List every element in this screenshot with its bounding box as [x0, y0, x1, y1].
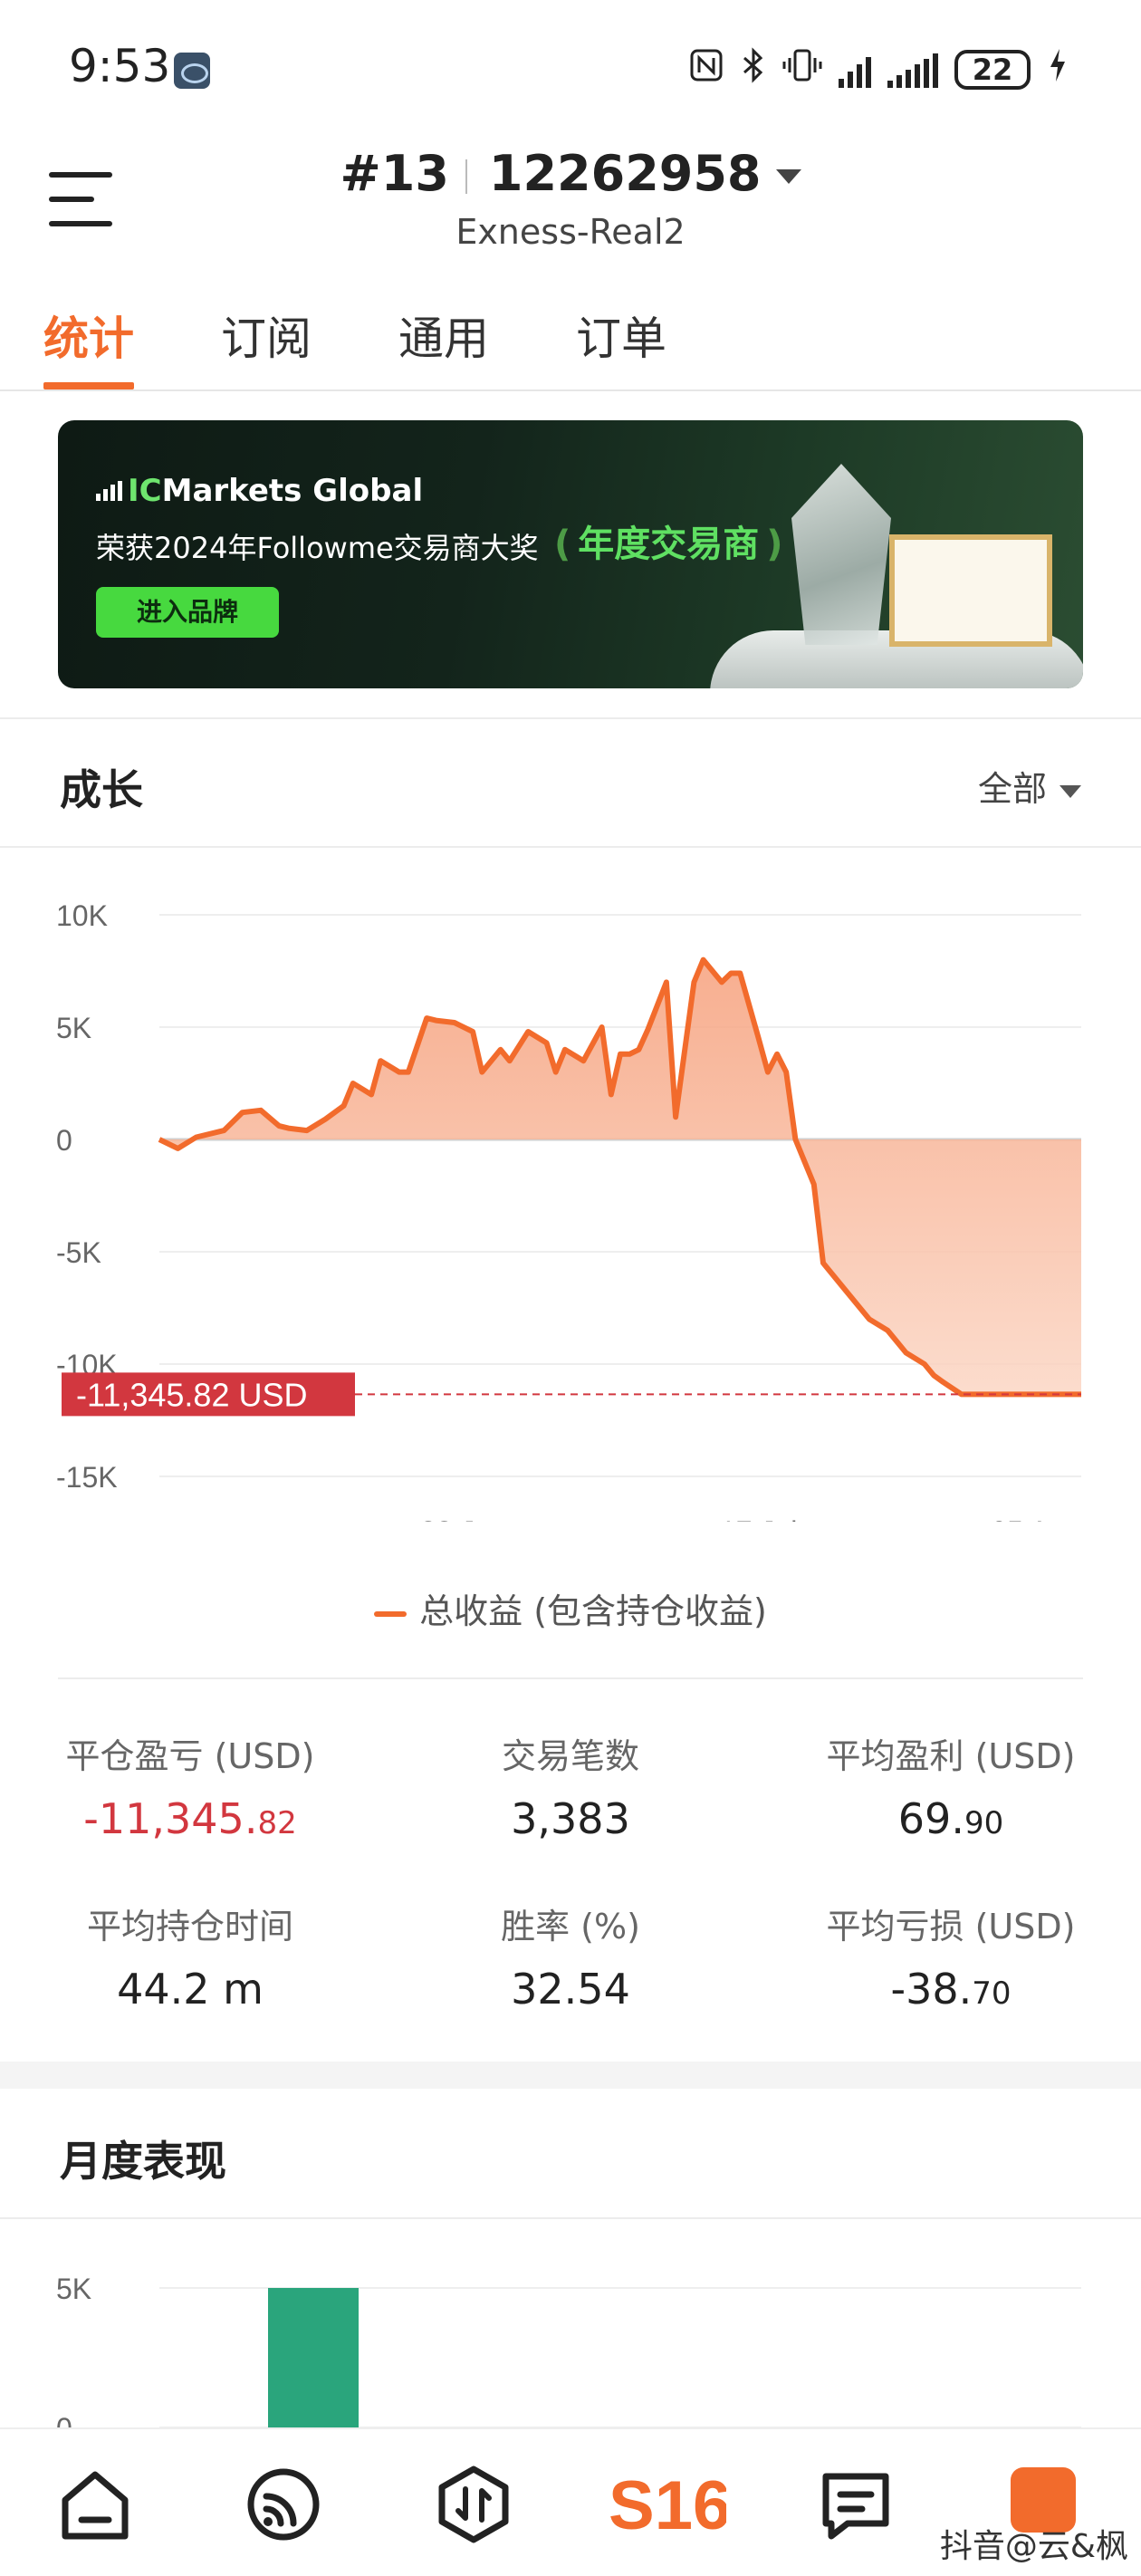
- stat-avg-loss: 平均亏损 (USD) -38.70: [761, 1898, 1141, 2014]
- x-tick-label: 17 Jul: [720, 1515, 797, 1522]
- tab-stats[interactable]: 统计: [43, 303, 134, 368]
- account-number: #13: [340, 145, 449, 202]
- y-tick-label: -5K: [56, 1236, 101, 1269]
- certificate-image: [889, 534, 1052, 647]
- current-value-label: -11,345.82 USD: [76, 1376, 307, 1413]
- range-selector[interactable]: 全部: [978, 761, 1081, 811]
- banner-award: 年度交易商: [554, 514, 783, 567]
- divider: [58, 1677, 1083, 1679]
- watermark: 抖音@云&枫: [939, 2528, 1128, 2565]
- tab-general[interactable]: 通用: [398, 303, 489, 368]
- growth-chart[interactable]: 10K5K0-5K-10K-15K28 Jun17 Jul05 Aug-11,3…: [0, 870, 1141, 1522]
- monthly-title: 月度表现: [60, 2137, 226, 2186]
- tab-subscribe[interactable]: 订阅: [221, 303, 312, 368]
- growth-title: 成长: [60, 765, 143, 814]
- stat-label: 平均持仓时间: [86, 1907, 293, 1946]
- stat-label: 平仓盈亏 (USD): [65, 1736, 315, 1776]
- legend-label: 总收益 (包含持仓收益): [419, 1591, 767, 1631]
- bluetooth-icon: [741, 47, 766, 92]
- trophy-image: [791, 464, 891, 645]
- enter-brand-button[interactable]: 进入品牌: [96, 587, 279, 638]
- chevron-down-icon: [775, 169, 801, 185]
- stat-closed-pnl: 平仓盈亏 (USD) -11,345.82: [0, 1728, 380, 1843]
- stat-label: 交易笔数: [501, 1736, 639, 1776]
- y-tick-label: 0: [56, 1124, 72, 1157]
- stat-avg-profit: 平均盈利 (USD) 69.90: [761, 1728, 1141, 1843]
- stat-value: 69.90: [897, 1794, 1004, 1843]
- charging-icon: [1047, 47, 1069, 92]
- x-tick-label: 05 Aug: [991, 1515, 1081, 1522]
- y-tick-label: 0: [56, 2412, 72, 2427]
- monthly-chart[interactable]: 5K 0: [0, 2237, 1141, 2427]
- account-selector[interactable]: #13 12262958: [0, 145, 1141, 202]
- trade-icon[interactable]: [433, 2464, 514, 2545]
- health-app-icon: [174, 53, 210, 89]
- stat-label: 胜率 (%): [501, 1907, 640, 1946]
- range-label: 全部: [977, 769, 1047, 809]
- stat-value: 3,383: [511, 1794, 630, 1843]
- chevron-down-icon: [1060, 784, 1081, 798]
- status-bar: 9:53 22: [0, 0, 1141, 136]
- signal-1-icon: [839, 52, 871, 88]
- stat-value: -11,345.82: [83, 1794, 297, 1843]
- stat-value: 44.2 m: [117, 1965, 264, 2014]
- svg-text:S16: S16: [609, 2467, 726, 2544]
- stat-avg-hold: 平均持仓时间 44.2 m: [0, 1898, 380, 2014]
- divider: [0, 717, 1141, 719]
- battery-icon: 22: [954, 50, 1031, 90]
- status-icons: 22: [688, 47, 1069, 92]
- tab-orders[interactable]: 订单: [576, 303, 666, 368]
- account-server: Exness-Real2: [455, 212, 686, 252]
- x-tick-label: 28 Jun: [420, 1515, 507, 1522]
- growth-legend: 总收益 (包含持仓收益): [0, 1583, 1141, 1633]
- bar: [268, 2288, 359, 2427]
- tab-bar: 统计 订阅 通用 订单: [0, 290, 1141, 391]
- account-id: 12262958: [488, 145, 762, 202]
- nfc-icon: [688, 47, 724, 92]
- vibrate-icon: [782, 47, 822, 92]
- signal-2-icon: [887, 52, 938, 88]
- banner-brand-logo: ICMarkets Global: [96, 473, 423, 509]
- divider: [0, 846, 1141, 848]
- legend-swatch: [374, 1610, 408, 1617]
- stat-label: 平均亏损 (USD): [826, 1907, 1076, 1946]
- header: #13 12262958 Exness-Real2: [0, 136, 1141, 272]
- status-time: 9:53: [69, 40, 171, 92]
- stat-label: 平均盈利 (USD): [826, 1736, 1076, 1776]
- stat-win-rate: 胜率 (%) 32.54: [380, 1898, 761, 2014]
- s16-icon[interactable]: S16: [609, 2464, 731, 2545]
- y-tick-label: 5K: [56, 1012, 91, 1044]
- divider: [0, 2217, 1141, 2219]
- stat-value: -38.70: [890, 1965, 1012, 2014]
- section-gap: [0, 2062, 1141, 2089]
- stat-value: 32.54: [511, 1965, 630, 2014]
- stat-trades: 交易笔数 3,383: [380, 1728, 761, 1843]
- series-area: [159, 959, 1081, 1395]
- y-tick-label: 5K: [56, 2273, 91, 2305]
- banner-headline: 荣获2024年Followme交易商大奖: [96, 531, 539, 565]
- y-tick-label: 10K: [56, 899, 108, 932]
- messages-icon[interactable]: [815, 2464, 896, 2545]
- home-icon[interactable]: [54, 2464, 136, 2545]
- promo-banner[interactable]: ICMarkets Global 荣获2024年Followme交易商大奖 年度…: [58, 420, 1083, 688]
- y-tick-label: -15K: [56, 1461, 118, 1494]
- feed-icon[interactable]: [243, 2464, 324, 2545]
- active-tab-indicator: [43, 382, 134, 389]
